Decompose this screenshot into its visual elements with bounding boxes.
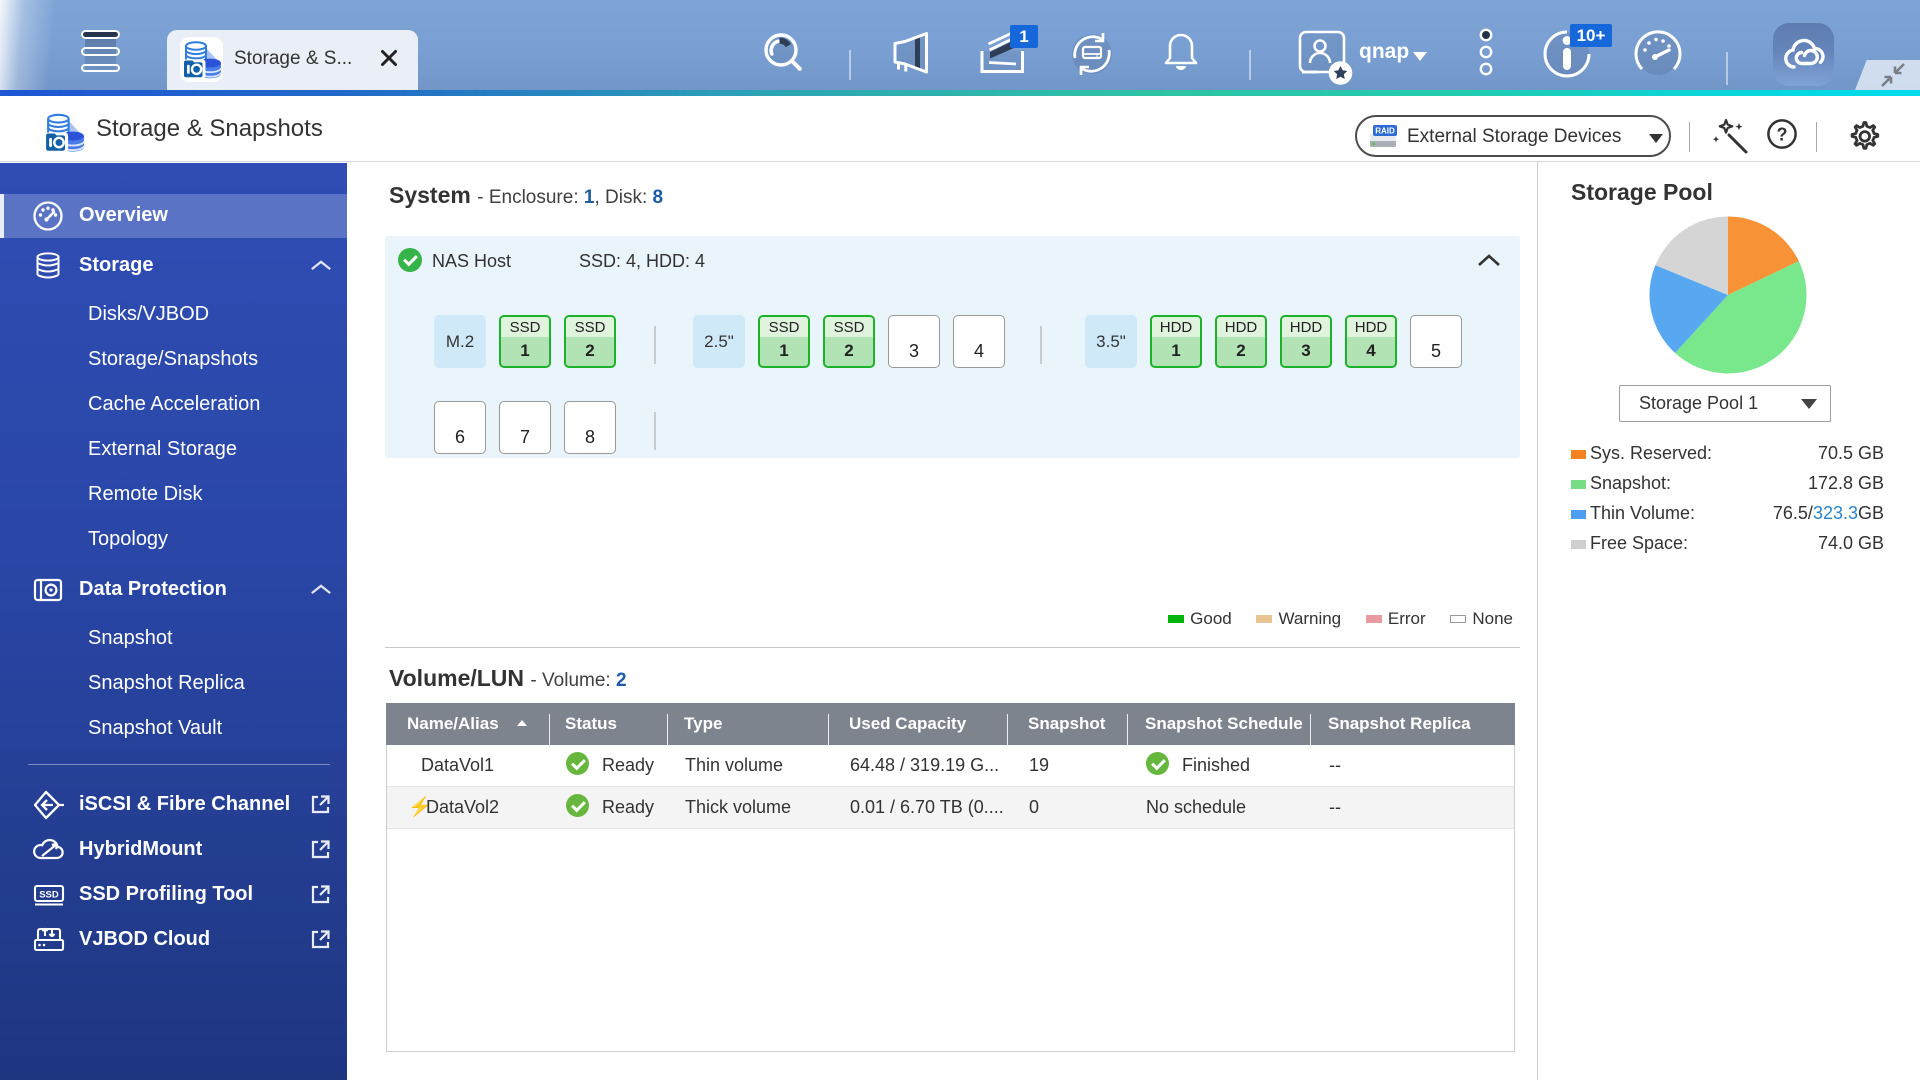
svg-text:RAID: RAID bbox=[1375, 127, 1395, 136]
svg-text:SSD: SSD bbox=[39, 890, 59, 901]
svg-text:?: ? bbox=[1777, 125, 1788, 145]
